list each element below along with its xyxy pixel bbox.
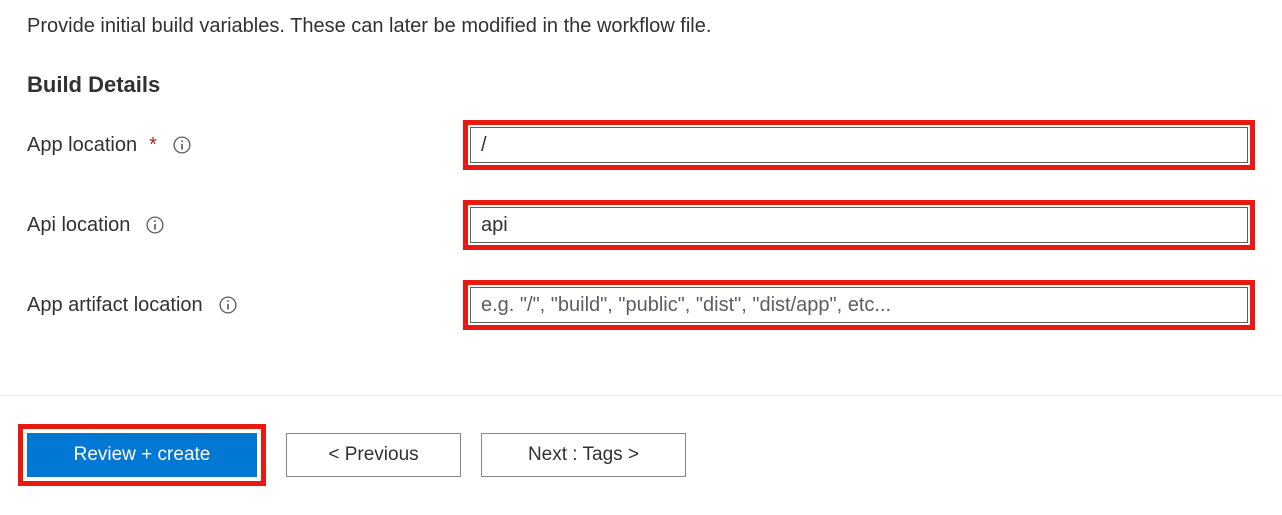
info-icon[interactable] — [219, 296, 237, 314]
highlight-box — [463, 120, 1255, 170]
review-create-button[interactable]: Review + create — [27, 433, 257, 477]
page-description: Provide initial build variables. These c… — [27, 15, 1255, 38]
info-icon[interactable] — [146, 216, 164, 234]
info-icon[interactable] — [173, 136, 191, 154]
section-title: Build Details — [27, 72, 1255, 98]
label-group: App artifact location — [27, 294, 463, 317]
highlight-box — [463, 280, 1255, 330]
form-row-app-artifact-location: App artifact location — [27, 280, 1255, 330]
app-artifact-location-input[interactable] — [470, 287, 1248, 323]
label-group: Api location — [27, 214, 463, 237]
app-location-input[interactable] — [470, 127, 1248, 163]
highlight-box — [463, 200, 1255, 250]
divider — [0, 395, 1282, 396]
previous-button[interactable]: < Previous — [286, 433, 461, 477]
highlight-box: Review + create — [18, 424, 266, 486]
next-button[interactable]: Next : Tags > — [481, 433, 686, 477]
form-row-api-location: Api location — [27, 200, 1255, 250]
label-group: App location * — [27, 134, 463, 157]
app-artifact-location-label: App artifact location — [27, 294, 203, 317]
app-location-label: App location — [27, 134, 137, 157]
required-asterisk: * — [149, 134, 157, 157]
api-location-label: Api location — [27, 214, 130, 237]
form-row-app-location: App location * — [27, 120, 1255, 170]
footer: Review + create < Previous Next : Tags > — [18, 424, 686, 486]
api-location-input[interactable] — [470, 207, 1248, 243]
